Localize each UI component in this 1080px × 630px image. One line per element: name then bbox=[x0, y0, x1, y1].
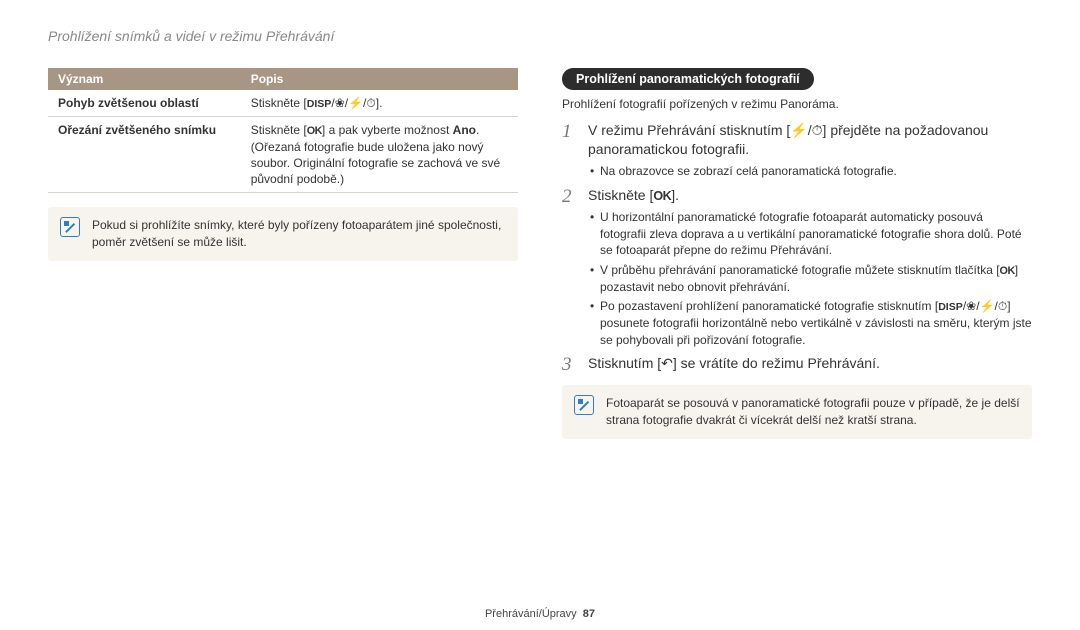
disp-icon: DISP bbox=[307, 98, 332, 110]
note-box: Pokud si prohlížíte snímky, které byly p… bbox=[48, 207, 518, 261]
table-header-desc: Popis bbox=[241, 68, 518, 90]
note-text: Fotoaparát se posouvá v panoramatické fo… bbox=[606, 395, 1020, 429]
timer-icon: ⏱ bbox=[998, 298, 1007, 315]
table-term: Pohyb zvětšenou oblastí bbox=[48, 90, 241, 117]
flower-icon: ❀ bbox=[335, 95, 345, 111]
ok-icon: OK bbox=[653, 188, 671, 205]
flower-icon: ❀ bbox=[966, 298, 976, 315]
return-icon: ↶ bbox=[661, 354, 673, 373]
text: ] se vrátíte do režimu Přehrávání. bbox=[673, 355, 880, 371]
table-header-term: Význam bbox=[48, 68, 241, 90]
step-1: V režimu Přehrávání stisknutím [⚡/⏱] pře… bbox=[562, 121, 1032, 180]
section-heading: Prohlížení panoramatických fotografií bbox=[562, 68, 814, 90]
note-text: Pokud si prohlížíte snímky, které byly p… bbox=[92, 217, 506, 251]
ok-icon: OK bbox=[1000, 264, 1015, 279]
text: Stiskněte [ bbox=[251, 96, 307, 110]
table-desc: Stiskněte [OK] a pak vyberte možnost Ano… bbox=[241, 117, 518, 193]
table-desc: Stiskněte [DISP/❀/⚡/⏱]. bbox=[241, 90, 518, 117]
table-term: Ořezání zvětšeného snímku bbox=[48, 117, 241, 193]
text: Po pozastavení prohlížení panoramatické … bbox=[600, 299, 938, 313]
definition-table: Význam Popis Pohyb zvětšenou oblastí Sti… bbox=[48, 68, 518, 193]
text-bold: Ano bbox=[453, 123, 476, 137]
page-title: Prohlížení snímků a videí v režimu Přehr… bbox=[48, 28, 1032, 44]
footer-section: Přehrávání/Úpravy bbox=[485, 608, 577, 620]
step-2-bullet: Po pozastavení prohlížení panoramatické … bbox=[588, 298, 1032, 348]
disp-icon: DISP bbox=[938, 301, 963, 313]
flash-icon: ⚡ bbox=[348, 95, 363, 111]
right-column: Prohlížení panoramatických fotografií Pr… bbox=[562, 68, 1032, 600]
text: V režimu Přehrávání stisknutím [ bbox=[588, 122, 790, 138]
left-column: Význam Popis Pohyb zvětšenou oblastí Sti… bbox=[48, 68, 518, 600]
table-row: Ořezání zvětšeného snímku Stiskněte [OK]… bbox=[48, 117, 518, 193]
text: Stiskněte [ bbox=[251, 123, 307, 137]
step-2-bullet: U horizontální panoramatické fotografie … bbox=[588, 209, 1032, 259]
text: . bbox=[476, 123, 479, 137]
step-1-bullet: Na obrazovce se zobrazí celá panoramatic… bbox=[588, 163, 1032, 180]
text: Stiskněte [ bbox=[588, 187, 653, 203]
page-footer: Přehrávání/Úpravy 87 bbox=[48, 600, 1032, 630]
section-lead: Prohlížení fotografií pořízených v režim… bbox=[562, 96, 1032, 113]
text: Stisknutím [ bbox=[588, 355, 661, 371]
flash-icon: ⚡ bbox=[980, 298, 995, 315]
text: ]. bbox=[376, 96, 383, 110]
text: ]. bbox=[671, 187, 679, 203]
text: (Ořezaná fotografie bude uložena jako no… bbox=[251, 140, 500, 186]
note-box: Fotoaparát se posouvá v panoramatické fo… bbox=[562, 385, 1032, 439]
timer-icon: ⏱ bbox=[812, 121, 823, 140]
timer-icon: ⏱ bbox=[366, 95, 375, 111]
note-icon bbox=[574, 395, 594, 415]
page-number: 87 bbox=[583, 608, 595, 620]
note-icon bbox=[60, 217, 80, 237]
text: ] a pak vyberte možnost bbox=[322, 123, 453, 137]
step-3: Stisknutím [↶] se vrátíte do režimu Přeh… bbox=[562, 354, 1032, 373]
step-2: Stiskněte [OK]. U horizontální panoramat… bbox=[562, 186, 1032, 348]
table-row: Pohyb zvětšenou oblastí Stiskněte [DISP/… bbox=[48, 90, 518, 117]
text: V průběhu přehrávání panoramatické fotog… bbox=[600, 263, 1000, 277]
step-2-bullet: V průběhu přehrávání panoramatické fotog… bbox=[588, 262, 1032, 295]
step-list: V režimu Přehrávání stisknutím [⚡/⏱] pře… bbox=[562, 121, 1032, 374]
ok-icon: OK bbox=[307, 124, 322, 139]
flash-icon: ⚡ bbox=[790, 121, 807, 140]
